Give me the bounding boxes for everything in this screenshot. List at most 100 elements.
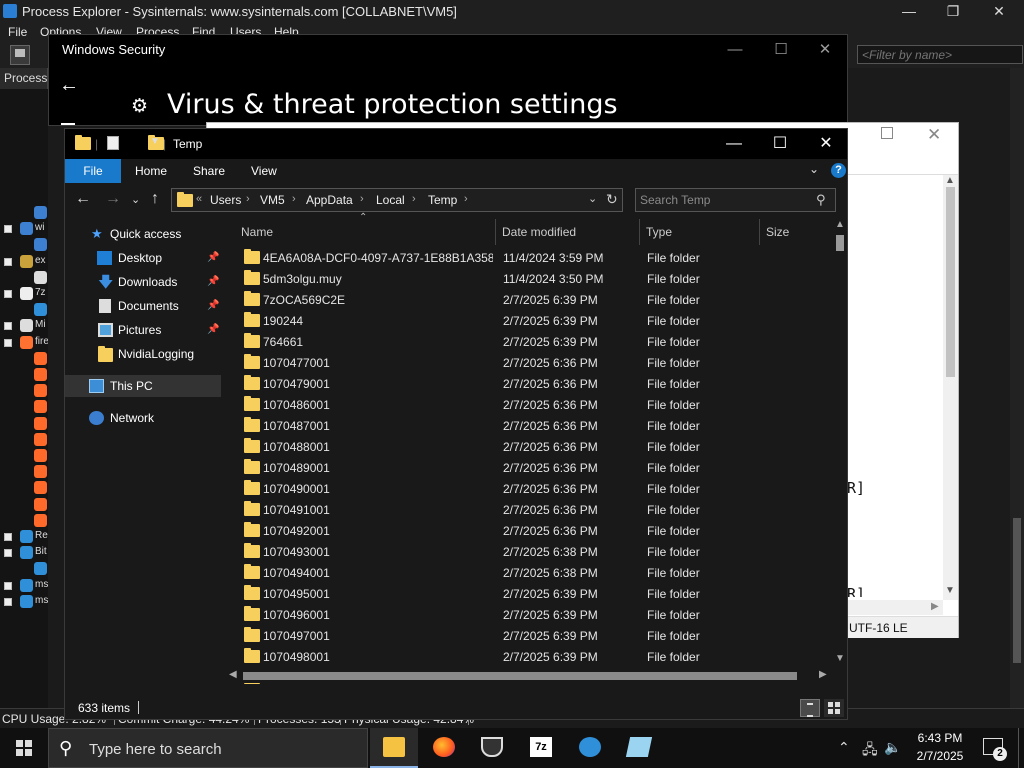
pin-icon[interactable]: 📌 bbox=[207, 276, 219, 287]
properties-icon[interactable] bbox=[107, 136, 119, 150]
tree-toggle-icon[interactable] bbox=[4, 338, 12, 347]
process-row[interactable] bbox=[0, 448, 48, 464]
table-row[interactable]: 1070489001 2/7/2025 6:36 PM File folder bbox=[237, 457, 833, 478]
tab-share[interactable]: Share bbox=[193, 164, 225, 178]
windows-security-taskbar-button[interactable] bbox=[468, 728, 516, 768]
back-arrow-icon[interactable]: ← bbox=[59, 75, 81, 97]
breadcrumb-vm5[interactable]: VM5 bbox=[260, 193, 285, 207]
minimize-button[interactable]: — bbox=[711, 129, 757, 159]
notepad-horizontal-scrollbar[interactable]: ▶ bbox=[847, 600, 943, 615]
expand-ribbon-icon[interactable]: ⌄ bbox=[809, 162, 819, 176]
details-view-icon[interactable] bbox=[800, 699, 820, 717]
table-row[interactable]: 7zOCA569C2E 2/7/2025 6:39 PM File folder bbox=[237, 289, 833, 310]
pin-icon[interactable]: 📌 bbox=[207, 324, 219, 335]
show-desktop-button[interactable] bbox=[1018, 728, 1024, 768]
address-bar[interactable]: « Users › VM5 › AppData › Local › Temp ›… bbox=[171, 188, 623, 212]
process-row[interactable] bbox=[0, 205, 48, 221]
process-row[interactable]: 7z bbox=[0, 286, 48, 302]
table-row[interactable]: 1070492001 2/7/2025 6:36 PM File folder bbox=[237, 520, 833, 541]
table-row[interactable]: 1070491001 2/7/2025 6:36 PM File folder bbox=[237, 499, 833, 520]
taskbar-search[interactable]: ⚲ Type here to search bbox=[48, 728, 368, 768]
sidebar-item-desktop[interactable]: Desktop 📌 bbox=[65, 247, 221, 269]
tree-toggle-icon[interactable] bbox=[4, 322, 12, 331]
sidebar-item-network[interactable]: Network bbox=[65, 407, 221, 429]
address-dropdown-icon[interactable]: ⌄ bbox=[588, 192, 597, 205]
ws-minimize-button[interactable]: — bbox=[715, 39, 755, 63]
filter-by-name-input[interactable] bbox=[857, 45, 1023, 64]
process-row[interactable]: ex bbox=[0, 254, 48, 270]
help-icon[interactable]: ? bbox=[831, 163, 846, 178]
close-button[interactable]: ✕ bbox=[803, 129, 849, 159]
process-row[interactable] bbox=[0, 497, 48, 513]
clock-time[interactable]: 6:43 PM bbox=[905, 731, 975, 745]
tree-toggle-icon[interactable] bbox=[4, 549, 12, 558]
process-row[interactable]: Re bbox=[0, 529, 48, 545]
tree-toggle-icon[interactable] bbox=[4, 257, 12, 266]
column-name[interactable]: Name bbox=[241, 225, 273, 239]
tab-file[interactable]: File bbox=[65, 159, 121, 183]
table-row[interactable]: 1070486001 2/7/2025 6:36 PM File folder bbox=[237, 394, 833, 415]
process-row[interactable] bbox=[0, 561, 48, 577]
process-row[interactable] bbox=[0, 464, 48, 480]
table-row[interactable]: 1070477001 2/7/2025 6:36 PM File folder bbox=[237, 352, 833, 373]
process-row[interactable] bbox=[0, 399, 48, 415]
table-row[interactable]: 1070496001 2/7/2025 6:39 PM File folder bbox=[237, 604, 833, 625]
notepad-taskbar-button[interactable] bbox=[615, 728, 663, 768]
process-row[interactable]: Mi bbox=[0, 318, 48, 334]
hamburger-menu-icon[interactable] bbox=[61, 123, 75, 125]
table-row[interactable]: 1070487001 2/7/2025 6:36 PM File folder bbox=[237, 415, 833, 436]
table-row[interactable]: 1070494001 2/7/2025 6:38 PM File folder bbox=[237, 562, 833, 583]
tree-toggle-icon[interactable] bbox=[4, 597, 12, 606]
notepad-vertical-scrollbar[interactable]: ▲ ▼ bbox=[943, 175, 958, 600]
process-row[interactable] bbox=[0, 383, 48, 399]
sidebar-item-downloads[interactable]: 🡇 Downloads 📌 bbox=[65, 271, 221, 293]
table-row[interactable]: 1070490001 2/7/2025 6:36 PM File folder bbox=[237, 478, 833, 499]
maximize-button[interactable]: ☐ bbox=[757, 129, 803, 159]
process-row[interactable] bbox=[0, 237, 48, 253]
process-row[interactable] bbox=[0, 480, 48, 496]
table-row[interactable]: 1070488001 2/7/2025 6:36 PM File folder bbox=[237, 436, 833, 457]
vertical-scrollbar[interactable]: ▲ ▼ bbox=[833, 217, 847, 667]
clock-date[interactable]: 2/7/2025 bbox=[905, 749, 975, 763]
table-row[interactable]: 1070495001 2/7/2025 6:39 PM File folder bbox=[237, 583, 833, 604]
breadcrumb-temp[interactable]: Temp bbox=[428, 193, 457, 207]
network-tray-icon[interactable]: 🖧 bbox=[862, 739, 878, 763]
breadcrumb-local[interactable]: Local bbox=[376, 193, 405, 207]
sidebar-item-documents[interactable]: Documents 📌 bbox=[65, 295, 221, 317]
up-arrow-icon[interactable]: ↑ bbox=[151, 190, 159, 208]
process-explorer-taskbar-button[interactable] bbox=[566, 728, 614, 768]
firefox-taskbar-button[interactable] bbox=[420, 728, 468, 768]
column-size[interactable]: Size bbox=[766, 225, 789, 239]
table-row[interactable]: 1070497001 2/7/2025 6:39 PM File folder bbox=[237, 625, 833, 646]
process-row[interactable]: wi bbox=[0, 221, 48, 237]
ws-close-button[interactable]: ✕ bbox=[805, 39, 845, 63]
sidebar-item-pictures[interactable]: Pictures 📌 bbox=[65, 319, 221, 341]
table-row[interactable]: 1070479001 2/7/2025 6:36 PM File folder bbox=[237, 373, 833, 394]
sidebar-item-nvidialogging[interactable]: NvidiaLogging bbox=[65, 343, 221, 365]
process-row[interactable] bbox=[0, 270, 48, 286]
search-input[interactable] bbox=[638, 191, 808, 209]
tree-toggle-icon[interactable] bbox=[4, 581, 12, 590]
pe-scrollbar[interactable] bbox=[1010, 68, 1024, 708]
table-row[interactable]: 1070493001 2/7/2025 6:38 PM File folder bbox=[237, 541, 833, 562]
process-row[interactable] bbox=[0, 513, 48, 529]
refresh-icon[interactable]: ↻ bbox=[606, 191, 618, 208]
np-maximize-button[interactable] bbox=[881, 127, 893, 139]
recent-locations-icon[interactable]: ⌄ bbox=[131, 193, 140, 206]
file-explorer-taskbar-button[interactable] bbox=[370, 728, 418, 768]
search-box[interactable]: ⚲ bbox=[635, 188, 836, 212]
ws-maximize-button[interactable]: ☐ bbox=[761, 39, 801, 63]
process-column-header[interactable]: Process bbox=[0, 68, 48, 89]
table-row[interactable]: 190244 2/7/2025 6:39 PM File folder bbox=[237, 310, 833, 331]
breadcrumb-appdata[interactable]: AppData bbox=[306, 193, 353, 207]
pin-icon[interactable]: 📌 bbox=[207, 300, 219, 311]
table-row[interactable]: 5dm3olgu.muy 11/4/2024 3:50 PM File folder bbox=[237, 268, 833, 289]
process-row[interactable]: Bit bbox=[0, 545, 48, 561]
sidebar-item-this-pc[interactable]: This PC bbox=[65, 375, 221, 397]
show-hidden-icons-icon[interactable]: ⌃ bbox=[838, 739, 850, 756]
np-close-button[interactable]: ✕ bbox=[927, 125, 941, 145]
forward-icon[interactable]: → bbox=[105, 190, 121, 208]
process-row[interactable] bbox=[0, 416, 48, 432]
process-row[interactable] bbox=[0, 351, 48, 367]
pe-close-button[interactable]: ✕ bbox=[976, 0, 1022, 22]
